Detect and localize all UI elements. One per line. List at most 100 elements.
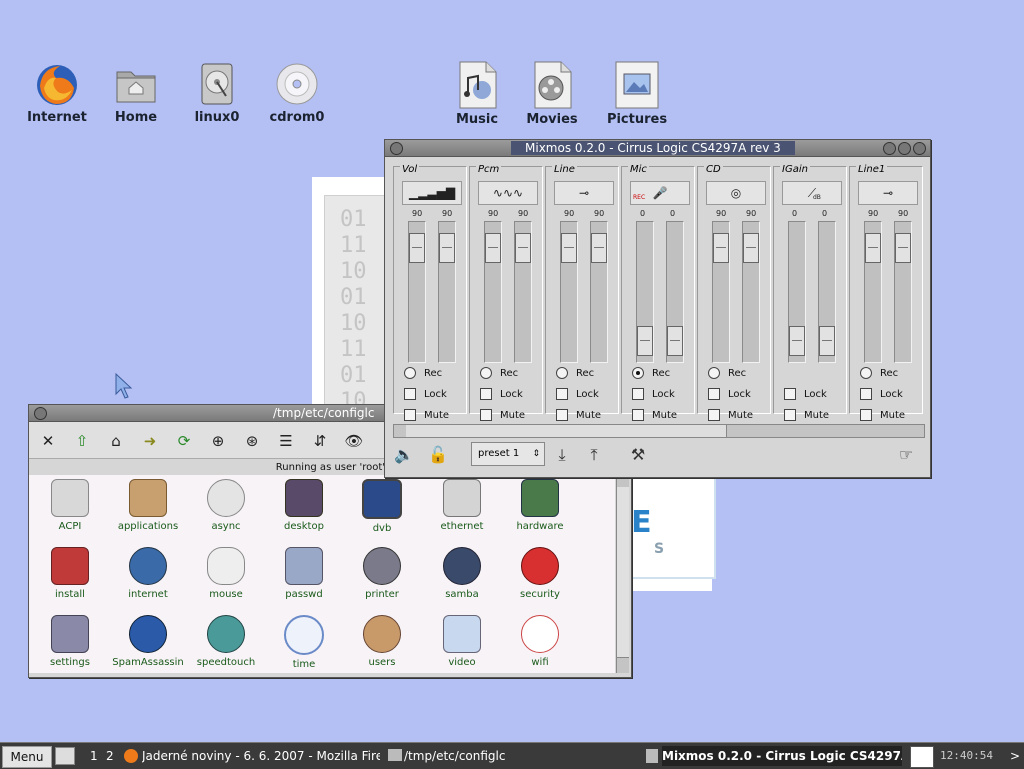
fm-item-wifi[interactable]: wifi [501, 615, 579, 668]
lock-open-icon[interactable]: 🔓 [427, 444, 449, 466]
mixer-window[interactable]: Mixmos 0.2.0 - Cirrus Logic CS4297A rev … [384, 139, 931, 478]
filemanager-scrollbar[interactable] [616, 475, 629, 673]
fm-item-printer[interactable]: printer [343, 547, 421, 600]
slider-knob[interactable] [667, 326, 683, 356]
fm-item-passwd[interactable]: passwd [265, 547, 343, 600]
slider-knob[interactable] [895, 233, 911, 263]
slider-knob[interactable] [713, 233, 729, 263]
lock-option[interactable]: Lock [860, 388, 903, 400]
slider-knob[interactable] [819, 326, 835, 356]
eye-icon[interactable]: 👁 [343, 431, 365, 451]
lock-checkbox[interactable] [860, 388, 872, 400]
lock-checkbox[interactable] [632, 388, 644, 400]
load-preset-icon[interactable]: ⤓ [551, 444, 573, 466]
lock-option[interactable]: Lock [404, 388, 447, 400]
mute-option[interactable]: Mute [784, 409, 829, 421]
task-mixer[interactable]: Mixmos 0.2.0 - Cirrus Logic CS4297A r... [662, 746, 902, 766]
rec-option[interactable] [784, 367, 804, 379]
mute-checkbox[interactable] [784, 409, 796, 421]
lock-option[interactable]: Lock [784, 388, 827, 400]
rec-radio[interactable] [404, 367, 416, 379]
rec-option[interactable]: Rec [556, 367, 594, 379]
preset-selector[interactable]: preset 1 ⇕ [471, 442, 545, 466]
left-volume-slider[interactable] [864, 221, 882, 363]
slider-knob[interactable] [561, 233, 577, 263]
refresh-icon[interactable]: ⟳ [173, 431, 195, 451]
mute-checkbox[interactable] [708, 409, 720, 421]
mute-checkbox[interactable] [632, 409, 644, 421]
lock-option[interactable]: Lock [632, 388, 675, 400]
fm-item-mouse[interactable]: mouse [187, 547, 265, 600]
zoom-fit-icon[interactable]: ⊛ [241, 431, 263, 451]
mixer-titlebar[interactable]: Mixmos 0.2.0 - Cirrus Logic CS4297A rev … [385, 140, 930, 157]
fm-item-desktop[interactable]: desktop [265, 479, 343, 532]
slider-knob[interactable] [865, 233, 881, 263]
rec-radio[interactable] [480, 367, 492, 379]
list-view-icon[interactable]: ☰ [275, 431, 297, 451]
fm-item-time[interactable]: time [265, 615, 343, 670]
minimize-button[interactable] [883, 142, 896, 155]
right-volume-slider[interactable] [894, 221, 912, 363]
close-icon[interactable]: ✕ [37, 431, 59, 451]
desktop-icon-pictures[interactable]: Pictures [597, 60, 677, 127]
lock-checkbox[interactable] [404, 388, 416, 400]
rec-option[interactable]: Rec [860, 367, 898, 379]
fm-item-settings[interactable]: settings [31, 615, 109, 668]
lock-option[interactable]: Lock [556, 388, 599, 400]
workspace-2[interactable]: 2 [106, 746, 118, 766]
desktop-icon-internet[interactable]: Internet [17, 62, 97, 125]
slider-knob[interactable] [743, 233, 759, 263]
fm-item-ethernet[interactable]: ethernet [423, 479, 501, 532]
rec-option[interactable]: Rec [632, 367, 670, 379]
mixer-horizontal-scrollbar[interactable] [393, 424, 925, 438]
close-button[interactable] [913, 142, 926, 155]
lock-option[interactable]: Lock [708, 388, 751, 400]
slider-knob[interactable] [439, 233, 455, 263]
lock-checkbox[interactable] [556, 388, 568, 400]
desktop-icon-cdrom0[interactable]: cdrom0 [257, 62, 337, 125]
left-volume-slider[interactable] [712, 221, 730, 363]
rec-option[interactable]: Rec [480, 367, 518, 379]
mute-checkbox[interactable] [860, 409, 872, 421]
lock-checkbox[interactable] [784, 388, 796, 400]
more-arrow[interactable]: > [1010, 746, 1022, 766]
scroll-thumb[interactable] [406, 425, 727, 437]
rec-radio[interactable] [556, 367, 568, 379]
fm-item-dvb[interactable]: dvb [343, 479, 421, 534]
desktop-icon-linux0[interactable]: linux0 [177, 62, 257, 125]
desktop-icon-home[interactable]: Home [96, 62, 176, 125]
speaker-icon[interactable]: 🔈 [393, 444, 415, 466]
go-icon[interactable]: ➜ [139, 431, 161, 451]
rec-option[interactable]: Rec [708, 367, 746, 379]
slider-knob[interactable] [515, 233, 531, 263]
lock-checkbox[interactable] [708, 388, 720, 400]
right-volume-slider[interactable] [438, 221, 456, 363]
slider-knob[interactable] [409, 233, 425, 263]
slider-knob[interactable] [485, 233, 501, 263]
settings-tools-icon[interactable]: ⚒ [627, 444, 649, 466]
slider-knob[interactable] [637, 326, 653, 356]
fm-item-applications[interactable]: applications [109, 479, 187, 532]
right-volume-slider[interactable] [818, 221, 836, 363]
fm-item-internet[interactable]: internet [109, 547, 187, 600]
lock-checkbox[interactable] [480, 388, 492, 400]
right-volume-slider[interactable] [666, 221, 684, 363]
mute-option[interactable]: Mute [404, 409, 449, 421]
desktop-icon-movies[interactable]: Movies [512, 60, 592, 127]
right-volume-slider[interactable] [590, 221, 608, 363]
mute-option[interactable]: Mute [632, 409, 677, 421]
sort-icon[interactable]: ⇵ [309, 431, 331, 451]
fm-item-video[interactable]: video [423, 615, 501, 668]
mute-option[interactable]: Mute [708, 409, 753, 421]
window-menu-button[interactable] [390, 142, 403, 155]
mute-checkbox[interactable] [480, 409, 492, 421]
left-volume-slider[interactable] [484, 221, 502, 363]
mute-option[interactable]: Mute [860, 409, 905, 421]
up-arrow-icon[interactable]: ⇧ [71, 431, 93, 451]
scroll-thumb[interactable] [617, 487, 629, 658]
menu-button[interactable]: Menu [2, 746, 52, 768]
left-volume-slider[interactable] [636, 221, 654, 363]
zoom-in-icon[interactable]: ⊕ [207, 431, 229, 451]
slider-knob[interactable] [591, 233, 607, 263]
slider-knob[interactable] [789, 326, 805, 356]
